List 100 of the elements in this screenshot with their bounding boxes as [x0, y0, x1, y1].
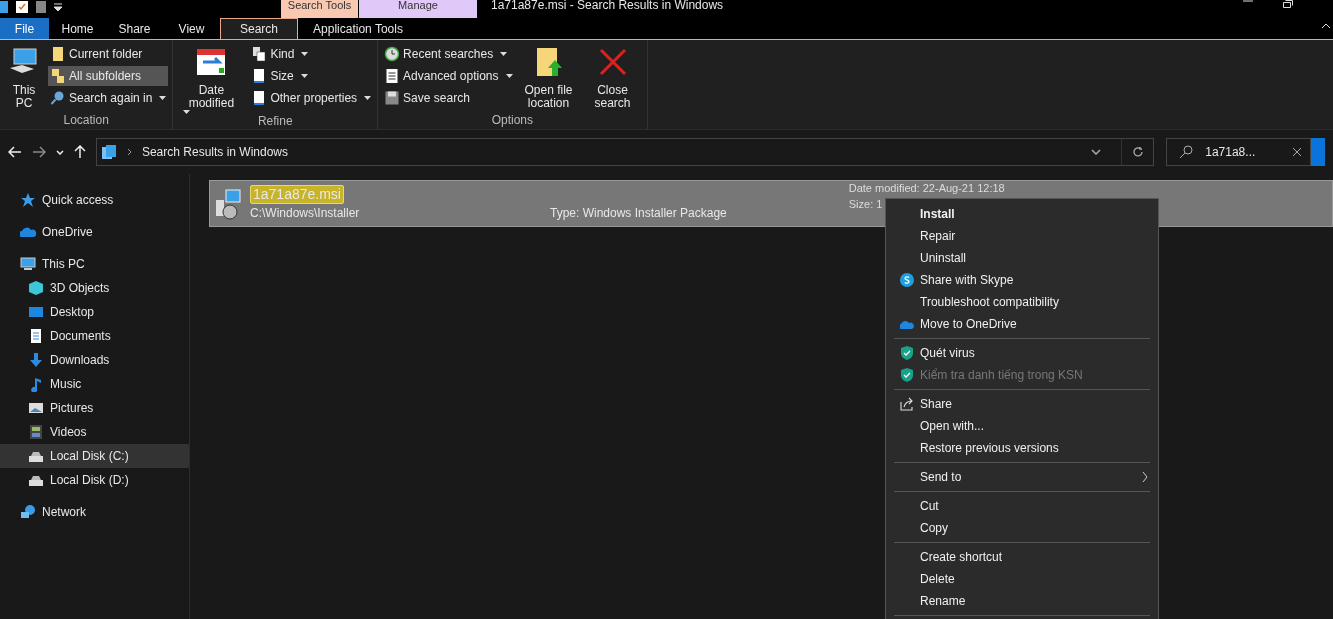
- collapse-icon[interactable]: [1321, 23, 1331, 29]
- restore-icon[interactable]: [1283, 0, 1293, 8]
- back-icon[interactable]: [8, 146, 22, 158]
- ribbon-button[interactable]: Size: [249, 66, 374, 86]
- address-text: Search Results in Windows: [141, 144, 288, 161]
- chevron-icon: [126, 148, 132, 156]
- sidebar-item[interactable]: Documents: [0, 324, 189, 348]
- sidebar-item[interactable]: Videos: [0, 420, 189, 444]
- ribbon-tab[interactable]: Share: [106, 18, 163, 39]
- installer-icon: [214, 187, 244, 220]
- group-label: Options: [490, 112, 534, 129]
- document-icon: [28, 328, 44, 344]
- menu-item[interactable]: Share with Skype: [894, 269, 1150, 291]
- menu-item[interactable]: Share: [894, 393, 1150, 415]
- ribbon-button[interactable]: Kind: [249, 44, 374, 64]
- file-size: Size: 1: [848, 197, 884, 212]
- menu-item[interactable]: Rename: [894, 590, 1150, 612]
- chat-logo-icon: [900, 273, 914, 287]
- ribbon-button[interactable]: Date modified: [177, 44, 246, 112]
- ribbon-button[interactable]: All subfolders: [48, 66, 169, 86]
- sidebar-item[interactable]: Network: [0, 500, 189, 524]
- group-label: Location: [62, 112, 110, 129]
- sidebar-item[interactable]: Downloads: [0, 348, 189, 372]
- download-icon: [28, 352, 44, 368]
- documents-icon: [251, 46, 268, 62]
- shield-icon: [900, 346, 914, 360]
- ribbon-tab[interactable]: Application Tools: [299, 18, 417, 39]
- ribbon-tab[interactable]: View: [163, 18, 220, 39]
- share-icon: [900, 397, 914, 411]
- sidebar-item[interactable]: 3D Objects: [0, 276, 189, 300]
- caret-icon: [183, 110, 191, 114]
- menu-item[interactable]: Install: [894, 203, 1150, 225]
- menu-item[interactable]: Quét virus: [894, 342, 1150, 364]
- star-icon: [20, 192, 36, 208]
- window-title: 1a71a87e.msi - Search Results in Windows: [491, 0, 724, 11]
- sidebar-item[interactable]: Local Disk (C:): [0, 444, 189, 468]
- caret-icon: [500, 52, 508, 56]
- menu-item[interactable]: Create shortcut: [894, 546, 1150, 568]
- sidebar-item[interactable]: Music: [0, 372, 189, 396]
- caret-icon: [159, 96, 167, 100]
- search-field[interactable]: 1a71a8...: [1166, 138, 1312, 166]
- ribbon-button[interactable]: Current folder: [48, 44, 169, 64]
- sidebar-item[interactable]: This PC: [0, 252, 189, 276]
- calendar-icon: [195, 46, 228, 78]
- menu-item[interactable]: Copy: [894, 517, 1150, 539]
- menu-item[interactable]: Delete: [894, 568, 1150, 590]
- menu-item[interactable]: Cut: [894, 495, 1150, 517]
- desktop-icon: [28, 304, 44, 320]
- customize-icon[interactable]: [54, 3, 62, 11]
- folders-icon: [50, 68, 66, 84]
- sidebar-item[interactable]: Pictures: [0, 396, 189, 420]
- context-tab-header: Manage: [359, 0, 477, 18]
- clock-icon: [384, 46, 401, 62]
- shield-icon: [900, 368, 914, 382]
- menu-item[interactable]: Move to OneDrive: [894, 313, 1150, 335]
- ribbon-button[interactable]: This PC: [4, 44, 44, 111]
- caret-icon: [300, 74, 308, 78]
- sidebar-item[interactable]: Local Disk (D:): [0, 468, 189, 492]
- context-tab-header: Search Tools: [281, 0, 358, 18]
- menu-item[interactable]: Send to: [894, 466, 1150, 488]
- menu-item[interactable]: Restore previous versions: [894, 437, 1150, 459]
- ribbon-button[interactable]: Save search: [382, 88, 515, 108]
- menu-item[interactable]: Troubleshoot compatibility: [894, 291, 1150, 313]
- up-icon[interactable]: [73, 145, 86, 159]
- close-icon[interactable]: [1292, 147, 1303, 157]
- file-date: Date modified: 22-Aug-21 12:18: [848, 182, 1005, 194]
- file-path: C:\Windows\Installer: [250, 205, 361, 222]
- caret-icon: [364, 96, 372, 100]
- list-icon: [384, 68, 401, 84]
- ribbon-tab[interactable]: Search: [220, 18, 298, 39]
- network-icon: [20, 504, 36, 520]
- sidebar-item[interactable]: OneDrive: [0, 220, 189, 244]
- ribbon-button[interactable]: Close search: [582, 44, 643, 111]
- folders-icon: [100, 144, 117, 160]
- menu-item[interactable]: Open with...: [894, 415, 1150, 437]
- file-type: Type: Windows Installer Package: [550, 205, 727, 222]
- checklist-icon[interactable]: [16, 1, 28, 13]
- ribbon-button[interactable]: Recent searches: [382, 44, 515, 64]
- sidebar-item[interactable]: Desktop: [0, 300, 189, 324]
- caret-icon: [301, 52, 309, 56]
- forward-icon[interactable]: [32, 146, 46, 158]
- monitor-icon: [20, 256, 36, 272]
- refresh-icon[interactable]: [1131, 146, 1144, 158]
- ribbon-button[interactable]: Other properties: [249, 88, 374, 108]
- menu-item[interactable]: Uninstall: [894, 247, 1150, 269]
- ribbon-tab[interactable]: Home: [49, 18, 106, 39]
- music-icon: [28, 376, 44, 392]
- address-bar[interactable]: Search Results in Windows: [95, 138, 1155, 166]
- group-label: Refine: [256, 113, 294, 130]
- menu-item[interactable]: Repair: [894, 225, 1150, 247]
- ribbon-button[interactable]: Advanced options: [382, 66, 515, 86]
- sidebar-item[interactable]: Quick access: [0, 188, 189, 212]
- film-icon: [28, 424, 44, 440]
- ribbon-button[interactable]: Open file location: [518, 44, 579, 111]
- file-name: 1a71a87e.msi: [250, 185, 344, 204]
- ribbon-button[interactable]: Search again in: [48, 88, 169, 108]
- ribbon-tab[interactable]: File: [0, 18, 49, 39]
- chevron-icon[interactable]: [1091, 149, 1102, 155]
- search-icon: [50, 90, 66, 106]
- search-button[interactable]: [1311, 138, 1326, 166]
